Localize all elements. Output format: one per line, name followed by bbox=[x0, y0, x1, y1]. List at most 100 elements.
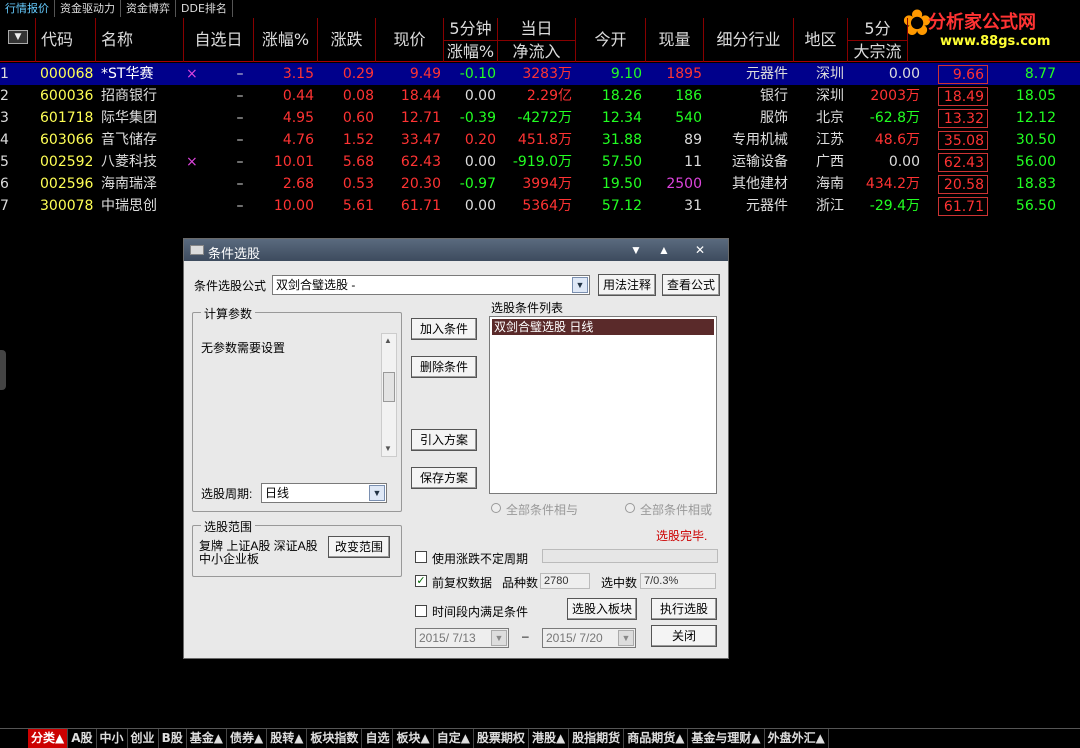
bottom-tab[interactable]: 外盘外汇▲ bbox=[765, 729, 829, 748]
add-condition-button[interactable]: 加入条件 bbox=[411, 318, 477, 340]
table-row[interactable]: 5 002592 八菱科技 × – 10.01 5.68 62.43 0.00 -919.0万 57… bbox=[0, 151, 1080, 173]
date-from-field[interactable]: 2015/ 7/13 ▼ bbox=[415, 628, 509, 648]
cell-m5: 0.20 bbox=[464, 132, 496, 148]
header-min5[interactable]: 5分钟 涨幅% bbox=[444, 18, 498, 62]
bottom-tab[interactable]: 基金与理财▲ bbox=[688, 729, 765, 748]
cell-mark bbox=[186, 129, 196, 151]
cell-name: 八菱科技 bbox=[101, 154, 157, 170]
window-icon bbox=[190, 245, 204, 255]
period-select[interactable]: 日线 ▼ bbox=[261, 483, 387, 503]
list-item[interactable]: 双剑合璧选股 日线 bbox=[492, 319, 714, 335]
collapse-icon[interactable]: ▼ bbox=[626, 239, 646, 261]
import-plan-button[interactable]: 引入方案 bbox=[411, 429, 477, 451]
cell-price: 20.30 bbox=[400, 176, 441, 192]
cell-big: 2003万 bbox=[870, 88, 920, 104]
bottom-tab[interactable]: 股指期货 bbox=[569, 729, 625, 748]
header-vol[interactable]: 现量 bbox=[646, 18, 704, 62]
bottom-tab[interactable]: 基金▲ bbox=[187, 729, 227, 748]
bottom-tab[interactable]: 债券▲ bbox=[227, 729, 268, 748]
bottom-tab[interactable]: 板块指数 bbox=[307, 729, 363, 748]
cell-big: 0.00 bbox=[888, 66, 920, 82]
header-big-flow[interactable]: 5分大宗流入 bbox=[848, 18, 908, 83]
adjust-data-checkbox[interactable]: ✓ bbox=[415, 575, 427, 587]
tab-quotes[interactable]: 行情报价 bbox=[0, 0, 55, 17]
radio-and[interactable] bbox=[491, 503, 501, 513]
chevron-down-icon[interactable]: ▼ bbox=[572, 277, 588, 293]
cell-ind: 银行 bbox=[760, 88, 788, 104]
execute-button[interactable]: 执行选股 bbox=[651, 598, 717, 620]
bottom-tab[interactable]: 板块▲ bbox=[393, 729, 434, 748]
close-button[interactable]: 关闭 bbox=[651, 625, 717, 647]
bottom-tab[interactable]: 创业 bbox=[128, 729, 159, 748]
bottom-tab[interactable]: 自选 bbox=[362, 729, 394, 748]
cell-chg: 0.53 bbox=[342, 176, 374, 192]
bottom-tab[interactable]: 港股▲ bbox=[529, 729, 570, 748]
hit-label: 选中数 bbox=[601, 576, 638, 590]
header-selday[interactable]: 自选日 bbox=[184, 18, 254, 62]
save-plan-button[interactable]: 保存方案 bbox=[411, 467, 477, 489]
bottom-tab[interactable]: B股 bbox=[159, 729, 187, 748]
bottom-tab[interactable]: 商品期货▲ bbox=[624, 729, 689, 748]
cell-pct: 10.00 bbox=[273, 198, 314, 214]
tab-dde-rank[interactable]: DDE排名 bbox=[176, 0, 233, 17]
header-open[interactable]: 今开 bbox=[576, 18, 646, 62]
scroll-down-icon[interactable]: ▼ bbox=[384, 444, 392, 453]
condition-list[interactable]: 双剑合璧选股 日线 bbox=[489, 316, 717, 494]
cell-open: 9.10 bbox=[610, 66, 642, 82]
view-formula-button[interactable]: 查看公式 bbox=[662, 274, 720, 296]
header-industry[interactable]: 细分行业 bbox=[704, 18, 794, 62]
header-price[interactable]: 现价 bbox=[376, 18, 444, 62]
header-day-flow[interactable]: 当日 净流入 bbox=[498, 18, 576, 62]
header-menu[interactable]: ▼ bbox=[0, 18, 36, 62]
params-group: 计算参数 无参数需要设置 ▲ ▼ 选股周期: 日线 ▼ bbox=[192, 305, 402, 512]
bottom-tab[interactable]: A股 bbox=[68, 729, 97, 748]
table-row[interactable]: 4 603066 音飞储存 – 4.76 1.52 33.47 0.20 451.8万 31.88… bbox=[0, 129, 1080, 151]
cell-flow: 3994万 bbox=[522, 176, 572, 192]
dropdown-icon[interactable]: ▼ bbox=[8, 30, 28, 44]
bottom-tab[interactable]: 股票期权 bbox=[474, 729, 529, 748]
header-chg[interactable]: 涨跌 bbox=[318, 18, 376, 62]
uncertain-period-checkbox[interactable] bbox=[415, 551, 427, 563]
header-pct[interactable]: 涨幅% bbox=[254, 18, 318, 62]
cell-open: 19.50 bbox=[601, 176, 642, 192]
chevron-down-icon[interactable]: ▼ bbox=[491, 630, 507, 646]
to-block-button[interactable]: 选股入板块 bbox=[567, 598, 637, 620]
chevron-down-icon[interactable]: ▼ bbox=[369, 485, 385, 501]
cell-pct: 3.15 bbox=[282, 66, 314, 82]
table-row[interactable]: 6 002596 海南瑞泽 – 2.68 0.53 20.30 -0.97 3994万 19.50… bbox=[0, 173, 1080, 195]
header-code[interactable]: 代码 bbox=[36, 18, 96, 62]
bottom-tab[interactable]: 自定▲ bbox=[434, 729, 474, 748]
delete-condition-button[interactable]: 删除条件 bbox=[411, 356, 477, 378]
formula-select[interactable]: 双剑合璧选股 - ▼ bbox=[272, 275, 590, 295]
cell-b: 30.50 bbox=[1015, 132, 1056, 148]
header-region[interactable]: 地区 bbox=[794, 18, 848, 62]
usage-note-button[interactable]: 用法注释 bbox=[598, 274, 656, 296]
close-icon[interactable]: ✕ bbox=[690, 239, 710, 261]
bottom-tab[interactable]: 股转▲ bbox=[267, 729, 308, 748]
header-name[interactable]: 名称 bbox=[96, 18, 184, 62]
change-range-button[interactable]: 改变范围 bbox=[328, 536, 390, 558]
params-scrollbar[interactable]: ▲ ▼ bbox=[381, 333, 397, 457]
time-range-checkbox[interactable] bbox=[415, 605, 427, 617]
cell-big: 434.2万 bbox=[865, 176, 920, 192]
tab-fund-game[interactable]: 资金博弈 bbox=[121, 0, 176, 17]
tab-fund-driver[interactable]: 资金驱动力 bbox=[55, 0, 121, 17]
cell-reg: 北京 bbox=[816, 110, 844, 126]
date-to-field[interactable]: 2015/ 7/20 ▼ bbox=[542, 628, 636, 648]
cell-mark bbox=[186, 85, 196, 107]
table-row[interactable]: 7 300078 中瑞思创 – 10.00 5.61 61.71 0.00 5364万 57.12… bbox=[0, 195, 1080, 217]
cell-code: 300078 bbox=[40, 198, 94, 214]
bottom-tab[interactable]: 中小 bbox=[97, 729, 128, 748]
radio-or[interactable] bbox=[625, 503, 635, 513]
table-row[interactable]: 3 601718 际华集团 – 4.95 0.60 12.71 -0.39 -4272万 12.3… bbox=[0, 107, 1080, 129]
scroll-thumb[interactable] bbox=[383, 372, 395, 402]
table-row[interactable]: 1 000068 *ST华赛 × – 3.15 0.29 9.49 -0.10 3283万 9.10… bbox=[0, 63, 1080, 85]
side-expand-handle[interactable] bbox=[0, 350, 6, 390]
cell-vol: 540 bbox=[675, 110, 702, 126]
chevron-down-icon[interactable]: ▼ bbox=[618, 630, 634, 646]
expand-icon[interactable]: ▲ bbox=[654, 239, 674, 261]
table-header: ▼ 代码 名称 自选日 涨幅% 涨跌 现价 5分钟 涨幅% 当日 净流入 今开 现量… bbox=[0, 18, 1080, 83]
table-row[interactable]: 2 600036 招商银行 – 0.44 0.08 18.44 0.00 2.29亿 18.26 1… bbox=[0, 85, 1080, 107]
scroll-up-icon[interactable]: ▲ bbox=[384, 336, 392, 345]
bottom-tab[interactable]: 分类▲ bbox=[28, 729, 69, 748]
